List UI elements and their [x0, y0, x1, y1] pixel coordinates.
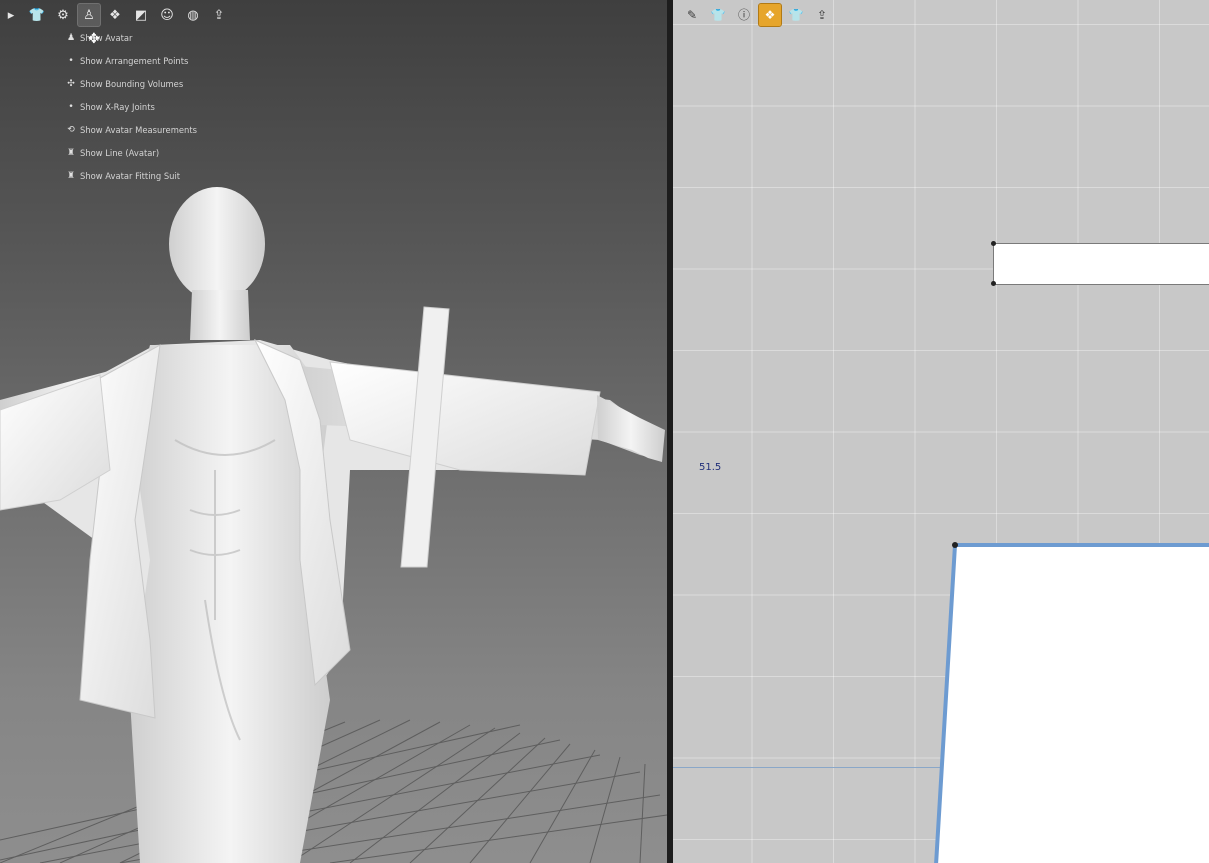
pattern-piece-body[interactable]: [933, 542, 1209, 863]
brush-icon[interactable]: ✎: [681, 4, 703, 26]
bounding-volume-icon: ✣: [67, 78, 75, 89]
garment-2d-icon[interactable]: 👕: [707, 4, 729, 26]
skin-icon[interactable]: ☺: [156, 4, 178, 26]
menu-item-show-bounding-volumes[interactable]: ✣ Show Bounding Volumes: [62, 72, 262, 95]
menu-item-show-avatar-fitting-suit[interactable]: ♜ Show Avatar Fitting Suit: [62, 164, 262, 187]
avatar-icon[interactable]: ♙: [77, 3, 101, 27]
avatar-display-menu: ♟ Show Avatar • Show Arrangement Points …: [62, 26, 262, 187]
menu-item-label: Show Line (Avatar): [80, 147, 160, 158]
vertex-point[interactable]: [952, 542, 958, 548]
measure-icon: ⟲: [67, 124, 75, 135]
avatar-hand: [597, 395, 665, 462]
floor-grid: [0, 719, 667, 863]
menu-item-label: Show Avatar Measurements: [80, 124, 197, 135]
menu-item-show-xray-joints[interactable]: • Show X-Ray Joints: [62, 95, 262, 118]
shirt-gray-icon[interactable]: 👕: [785, 4, 807, 26]
export-2d-icon[interactable]: ⇪: [811, 4, 833, 26]
3d-viewport[interactable]: ▸ 👕 ⚙ ♙ ❖ ◩ ☺ ◍ ⇪ ♟ Show Avatar • Show A…: [0, 0, 667, 863]
pattern-piece-strip[interactable]: [991, 241, 1209, 286]
surface-icon[interactable]: ◩: [130, 4, 152, 26]
export-icon[interactable]: ⇪: [208, 4, 230, 26]
info-icon[interactable]: ⓘ: [733, 4, 755, 26]
vertex-point[interactable]: [991, 281, 996, 286]
hanger-icon[interactable]: ▸: [0, 4, 22, 26]
avatar-icon: ♟: [66, 32, 76, 43]
texture-2d-icon[interactable]: ❖: [758, 3, 782, 27]
menu-item-label: Show X-Ray Joints: [80, 101, 155, 112]
menu-item-label: Show Bounding Volumes: [80, 78, 184, 89]
line-avatar-icon: ♜: [66, 147, 76, 158]
garment-icon[interactable]: 👕: [26, 4, 48, 26]
vertex-point[interactable]: [991, 241, 996, 246]
dot-icon: •: [68, 101, 74, 112]
2d-toolbar: ✎ 👕 ⓘ ❖ 👕 ⇪: [681, 3, 833, 27]
menu-item-label: Show Avatar Fitting Suit: [80, 170, 181, 181]
menu-item-show-arrangement-points[interactable]: • Show Arrangement Points: [62, 49, 262, 72]
menu-item-show-avatar-measurements[interactable]: ⟲ Show Avatar Measurements: [62, 118, 262, 141]
texture-icon[interactable]: ❖: [104, 4, 126, 26]
menu-item-label: Show Arrangement Points: [80, 55, 189, 66]
menu-item-show-line-avatar[interactable]: ♜ Show Line (Avatar): [62, 141, 262, 164]
globe-icon[interactable]: ◍: [182, 4, 204, 26]
measurement-label: 51.5: [699, 462, 722, 473]
move-cursor-icon: ✥: [88, 31, 100, 47]
dot-icon: •: [68, 55, 74, 66]
2d-pattern-window[interactable]: ✎ 👕 ⓘ ❖ 👕 ⇪ 51.5: [673, 0, 1209, 863]
3d-toolbar: ▸ 👕 ⚙ ♙ ❖ ◩ ☺ ◍ ⇪: [0, 3, 230, 28]
gears-icon[interactable]: ⚙: [52, 4, 74, 26]
fitting-suit-icon: ♜: [66, 170, 76, 181]
